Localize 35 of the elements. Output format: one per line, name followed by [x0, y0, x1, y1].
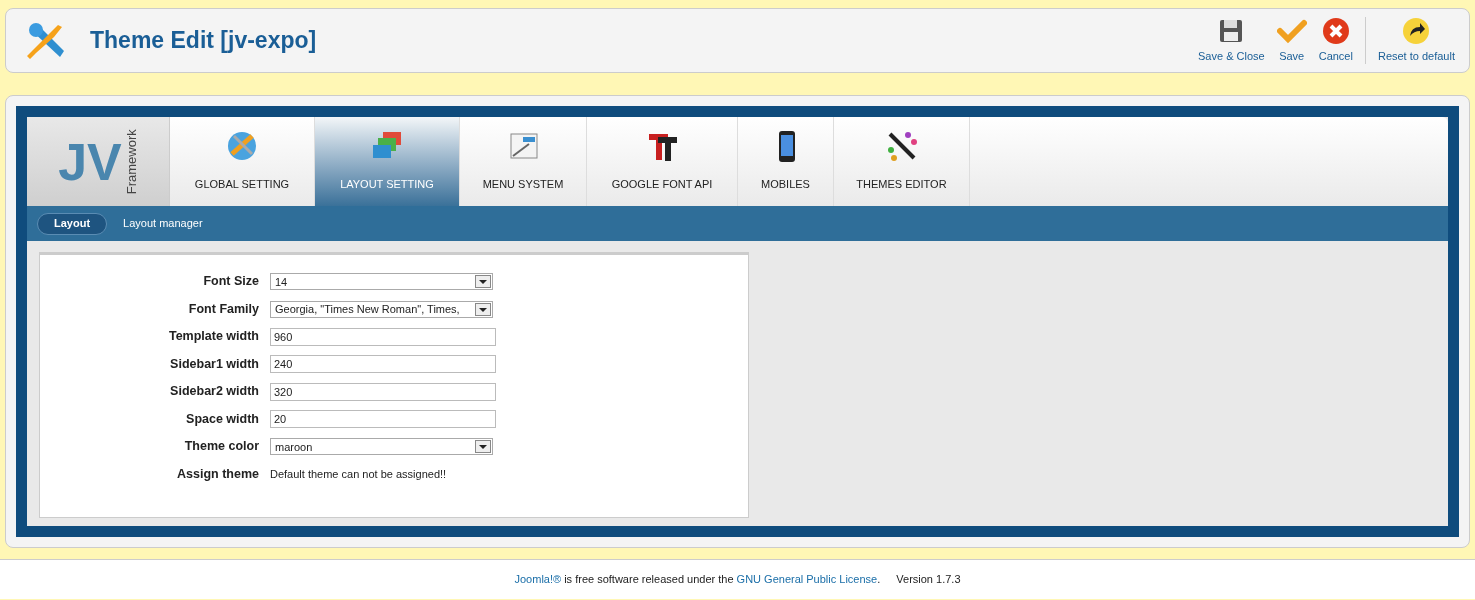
subnav-tab[interactable]: Layout [37, 212, 108, 235]
link[interactable]: GNU General Public License [736, 573, 878, 586]
field-label: Space width [185, 410, 260, 428]
pencil-dots-icon [885, 129, 918, 162]
dropdown[interactable]: 14 [270, 273, 493, 291]
close-icon [1320, 16, 1351, 45]
dropdown[interactable]: Georgia, "Times New Roman", Times, [270, 300, 493, 318]
footer-text: Joomla!® is free software released under the GNU General Public License. [514, 572, 881, 588]
toolbar-button[interactable]: Reset to default [1371, 16, 1461, 64]
link[interactable]: Joomla!® [514, 573, 562, 586]
field-label: Font Family [187, 300, 260, 318]
page-title: Theme Edit [jv-expo] [90, 26, 317, 56]
toolbar-button[interactable]: Cancel [1312, 16, 1359, 64]
toolbar-button[interactable]: Save [1270, 16, 1313, 64]
logo-letters: JV [57, 131, 123, 192]
text-field[interactable]: 960 [270, 327, 496, 346]
caret-icon [475, 440, 491, 454]
caret-icon [475, 302, 491, 316]
field-label: Sidebar1 width [169, 355, 260, 373]
field-label: Template width [167, 328, 260, 346]
toolbar-button[interactable]: Save & Close [1192, 16, 1271, 64]
field-label: Theme color [183, 438, 260, 456]
text-field[interactable]: 240 [270, 355, 496, 374]
note-text: Default theme can not be assigned!! [270, 467, 447, 482]
globe-tools-icon [226, 129, 258, 162]
field-label: Sidebar2 width [169, 383, 260, 401]
subnav-tab[interactable]: Layout manager [117, 212, 209, 235]
caret-icon [475, 275, 491, 289]
field-label: Font Size [202, 273, 260, 291]
text-field[interactable]: 320 [270, 382, 496, 401]
logo-word: Framework [123, 128, 140, 197]
text-field[interactable]: 20 [270, 410, 496, 429]
dropdown[interactable]: maroon [270, 438, 493, 456]
version-text: Version 1.7.3 [896, 572, 961, 588]
field-label: Assign theme [176, 465, 260, 483]
